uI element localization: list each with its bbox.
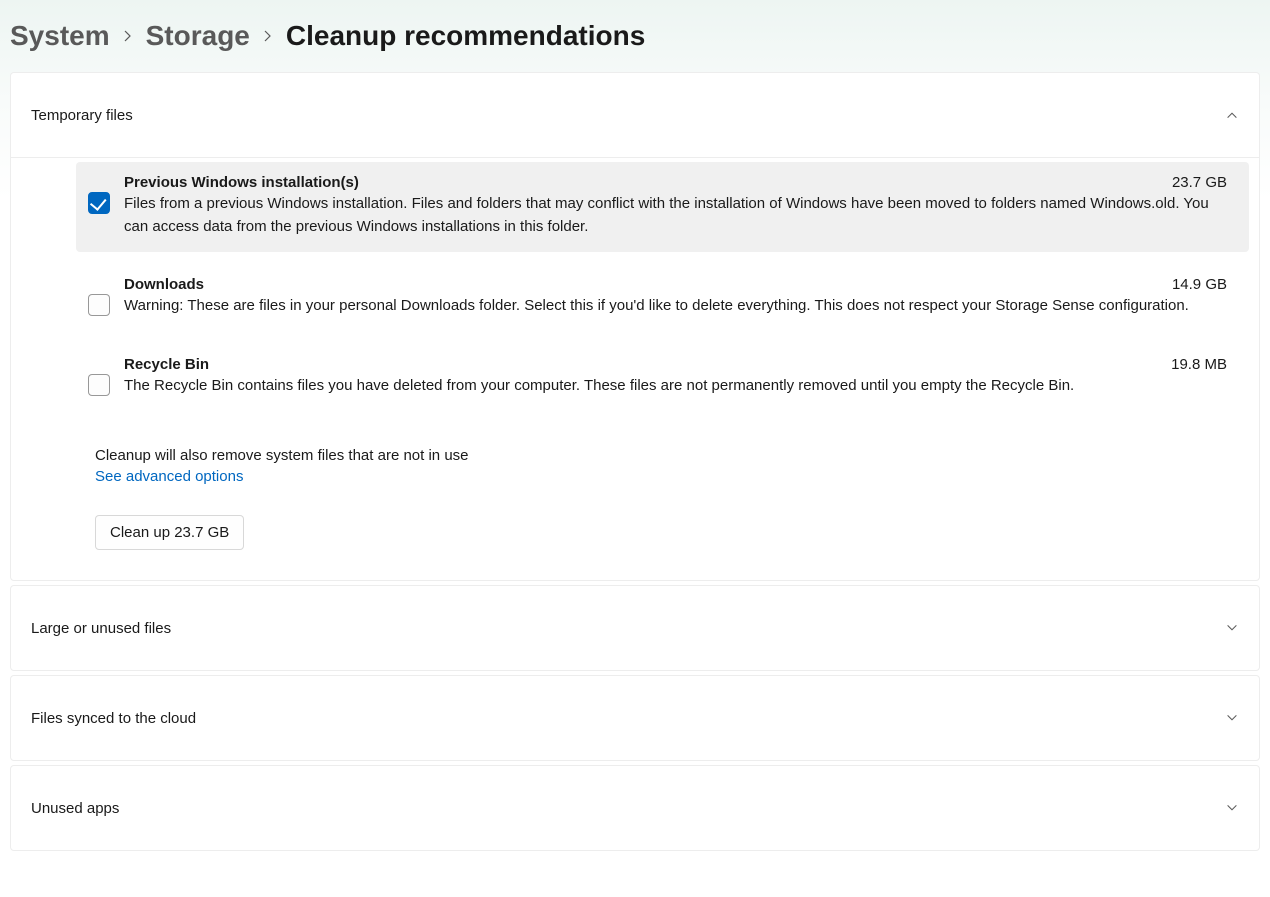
cleanup-item-recycle-bin[interactable]: Recycle Bin 19.8 MB The Recycle Bin cont… (76, 344, 1249, 412)
chevron-right-icon (120, 28, 136, 44)
panel-temporary-files: Temporary files Previous Windows install… (10, 72, 1260, 581)
panel-synced-cloud: Files synced to the cloud (10, 675, 1260, 761)
chevron-up-icon (1225, 108, 1239, 122)
chevron-down-icon (1225, 801, 1239, 815)
item-size: 19.8 MB (1171, 356, 1227, 373)
cleanup-button[interactable]: Clean up 23.7 GB (95, 515, 244, 550)
page-title: Cleanup recommendations (286, 20, 645, 52)
panel-header-synced-cloud[interactable]: Files synced to the cloud (11, 676, 1259, 760)
breadcrumb-system[interactable]: System (10, 20, 110, 52)
panel-large-unused: Large or unused files (10, 585, 1260, 671)
panel-body-temporary-files: Previous Windows installation(s) 23.7 GB… (11, 157, 1259, 580)
cleanup-note: Cleanup will also remove system files th… (95, 447, 1249, 464)
panel-header-large-unused[interactable]: Large or unused files (11, 586, 1259, 670)
chevron-right-icon (260, 28, 276, 44)
checkbox-recycle-bin[interactable] (88, 374, 110, 396)
item-content: Previous Windows installation(s) 23.7 GB… (124, 174, 1227, 238)
chevron-down-icon (1225, 621, 1239, 635)
item-description: The Recycle Bin contains files you have … (124, 375, 1227, 398)
item-title: Previous Windows installation(s) (124, 174, 359, 191)
panel-title: Files synced to the cloud (31, 710, 196, 727)
panel-title: Unused apps (31, 800, 119, 817)
cleanup-item-downloads[interactable]: Downloads 14.9 GB Warning: These are fil… (76, 264, 1249, 332)
panel-unused-apps: Unused apps (10, 765, 1260, 851)
item-description: Files from a previous Windows installati… (124, 193, 1227, 238)
item-title: Recycle Bin (124, 356, 209, 373)
advanced-options-link[interactable]: See advanced options (95, 468, 243, 485)
item-description: Warning: These are files in your persona… (124, 295, 1227, 318)
checkbox-previous-windows[interactable] (88, 192, 110, 214)
item-size: 14.9 GB (1172, 276, 1227, 293)
cleanup-item-previous-windows[interactable]: Previous Windows installation(s) 23.7 GB… (76, 162, 1249, 252)
breadcrumb-storage[interactable]: Storage (146, 20, 250, 52)
item-size: 23.7 GB (1172, 174, 1227, 191)
item-content: Downloads 14.9 GB Warning: These are fil… (124, 276, 1227, 318)
panel-header-unused-apps[interactable]: Unused apps (11, 766, 1259, 850)
checkbox-downloads[interactable] (88, 294, 110, 316)
item-content: Recycle Bin 19.8 MB The Recycle Bin cont… (124, 356, 1227, 398)
chevron-down-icon (1225, 711, 1239, 725)
panel-title: Large or unused files (31, 620, 171, 637)
panel-title: Temporary files (31, 107, 133, 124)
breadcrumb: System Storage Cleanup recommendations (10, 10, 1260, 72)
item-title: Downloads (124, 276, 204, 293)
panel-header-temporary-files[interactable]: Temporary files (11, 73, 1259, 157)
